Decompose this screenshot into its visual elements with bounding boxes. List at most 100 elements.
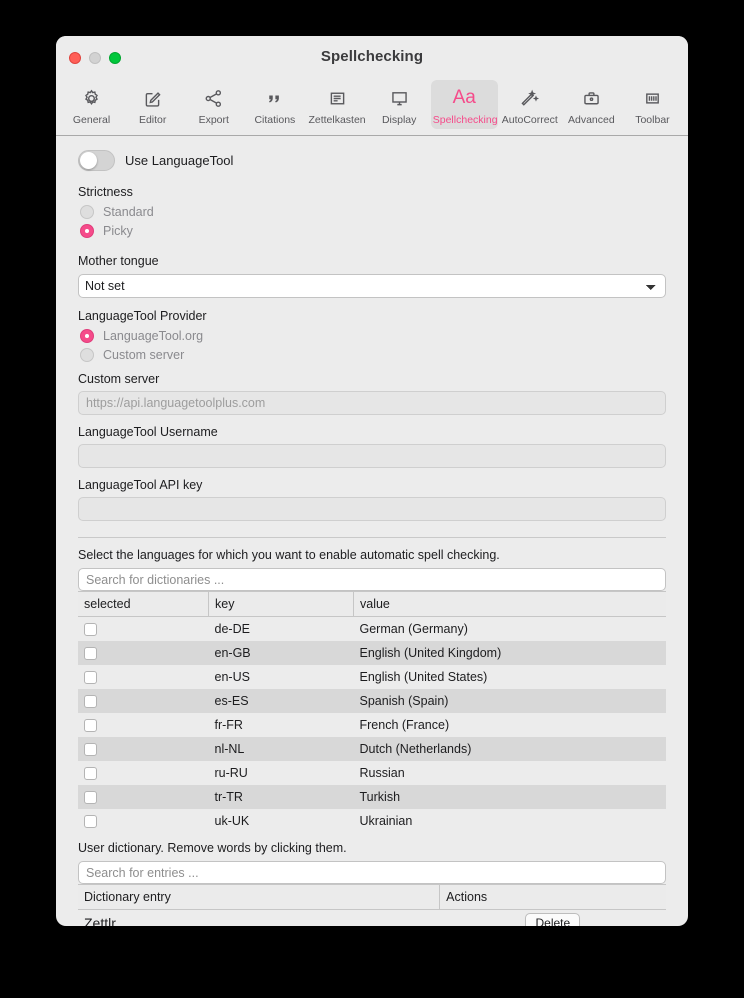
tab-zettelkasten[interactable]: Zettelkasten <box>306 80 367 129</box>
dictionaries-table: selected key value de-DE German (Germany… <box>78 591 666 833</box>
radio-icon-selected <box>80 329 94 343</box>
table-row[interactable]: Zettlr Delete <box>78 910 666 926</box>
row-value: Dutch (Netherlands) <box>353 737 666 761</box>
radio-label: Standard <box>103 205 154 219</box>
table-row[interactable]: en-GB English (United Kingdom) <box>78 641 666 665</box>
dictionaries-table-head: selected key value <box>78 591 666 617</box>
column-header-dictionary-entry: Dictionary entry <box>78 884 441 910</box>
strictness-option-picky[interactable]: Picky <box>78 224 666 238</box>
table-row[interactable]: de-DE German (Germany) <box>78 617 666 642</box>
table-row[interactable]: es-ES Spanish (Spain) <box>78 689 666 713</box>
tab-spellchecking[interactable]: Aa Spellchecking <box>430 80 498 129</box>
row-key: es-ES <box>208 689 354 713</box>
share-nodes-icon <box>186 85 241 111</box>
table-row[interactable]: tr-TR Turkish <box>78 785 666 809</box>
checkbox-icon[interactable] <box>84 719 97 733</box>
dictionary-entry-value: Zettlr <box>84 915 116 926</box>
tab-label: General <box>72 114 111 126</box>
row-key: tr-TR <box>208 785 354 809</box>
tab-autocorrect[interactable]: AutoCorrect <box>500 80 560 129</box>
custom-server-input[interactable] <box>78 391 666 415</box>
row-value: French (France) <box>359 718 450 732</box>
bars-icon <box>625 85 680 111</box>
toggle-knob <box>80 152 97 169</box>
use-languagetool-row: Use LanguageTool <box>78 150 666 171</box>
radio-icon <box>80 205 94 219</box>
tab-export[interactable]: Export <box>184 80 243 129</box>
column-header-selected: selected <box>78 591 209 617</box>
user-dictionary-table-body: Zettlr Delete <box>78 910 666 926</box>
checkbox-icon[interactable] <box>84 743 97 757</box>
row-key: uk-UK <box>214 814 250 828</box>
custom-server-label: Custom server <box>78 372 160 386</box>
dictionary-entry-actions: Delete <box>440 910 666 926</box>
pencil-square-icon <box>125 85 180 111</box>
preferences-tabbar: General Editor Export Citations Zettelka <box>56 80 688 136</box>
tab-citations[interactable]: Citations <box>245 80 304 129</box>
row-checkbox-cell[interactable] <box>78 665 209 689</box>
radio-icon-selected <box>80 224 94 238</box>
row-value: English (United States) <box>359 670 488 684</box>
row-checkbox-cell[interactable] <box>78 641 209 665</box>
table-row[interactable]: nl-NL Dutch (Netherlands) <box>78 737 666 761</box>
row-checkbox-cell[interactable] <box>78 689 209 713</box>
aa-icon: Aa <box>452 87 476 108</box>
mother-tongue-select[interactable]: Not set <box>78 274 666 298</box>
provider-option-languagetool-org[interactable]: LanguageTool.org <box>78 329 666 343</box>
checkbox-icon[interactable] <box>84 695 97 709</box>
table-header-row: selected key value <box>78 591 666 617</box>
use-languagetool-toggle[interactable] <box>78 150 115 171</box>
row-checkbox-cell[interactable] <box>78 737 209 761</box>
user-dictionary-search-input[interactable] <box>78 861 666 884</box>
tab-label: Advanced <box>567 114 615 126</box>
use-languagetool-label: Use LanguageTool <box>125 153 234 168</box>
dictionary-search-input[interactable] <box>78 568 666 591</box>
checkbox-icon[interactable] <box>84 815 97 829</box>
tab-label: Display <box>381 114 417 126</box>
tab-advanced[interactable]: Advanced <box>562 80 621 129</box>
api-key-input[interactable] <box>78 497 666 521</box>
magic-wand-icon <box>502 85 558 111</box>
radio-label: LanguageTool.org <box>103 329 204 343</box>
tab-label: Toolbar <box>635 114 670 126</box>
table-row[interactable]: fr-FR French (France) <box>78 713 666 737</box>
strictness-option-standard[interactable]: Standard <box>78 205 666 219</box>
username-input[interactable] <box>78 444 666 468</box>
row-key: de-DE <box>214 622 250 636</box>
row-checkbox-cell[interactable] <box>78 761 209 785</box>
row-checkbox-cell[interactable] <box>78 713 209 737</box>
checkbox-icon[interactable] <box>84 767 97 781</box>
row-key: en-US <box>214 670 250 684</box>
quote-icon <box>247 85 302 111</box>
gear-icon <box>64 85 119 111</box>
username-label: LanguageTool Username <box>78 425 218 439</box>
dictionaries-hint: Select the languages for which you want … <box>78 548 500 562</box>
user-dictionary-table: Dictionary entry Actions Zettlr Delete <box>78 884 666 926</box>
column-header-value: value <box>353 591 666 617</box>
tab-general[interactable]: General <box>62 80 121 129</box>
checkbox-icon[interactable] <box>84 791 97 805</box>
radio-label: Picky <box>103 224 133 238</box>
tab-editor[interactable]: Editor <box>123 80 182 129</box>
tab-display[interactable]: Display <box>370 80 429 129</box>
row-checkbox-cell[interactable] <box>78 809 209 833</box>
delete-button[interactable]: Delete <box>525 913 581 926</box>
preferences-window: Spellchecking General Editor Export Cita… <box>56 36 688 926</box>
row-checkbox-cell[interactable] <box>78 617 209 642</box>
row-value: Ukrainian <box>359 814 413 828</box>
row-checkbox-cell[interactable] <box>78 785 209 809</box>
user-dictionary-table-head: Dictionary entry Actions <box>78 884 666 910</box>
provider-option-custom-server[interactable]: Custom server <box>78 348 666 362</box>
api-key-label: LanguageTool API key <box>78 478 203 492</box>
tab-toolbar[interactable]: Toolbar <box>623 80 682 129</box>
checkbox-icon[interactable] <box>84 623 97 637</box>
checkbox-icon[interactable] <box>84 671 97 685</box>
tab-label: Citations <box>254 114 296 126</box>
table-row[interactable]: en-US English (United States) <box>78 665 666 689</box>
table-row[interactable]: uk-UK Ukrainian <box>78 809 666 833</box>
tab-label: Zettelkasten <box>308 114 366 126</box>
table-row[interactable]: ru-RU Russian <box>78 761 666 785</box>
strictness-label: Strictness <box>78 185 133 199</box>
checkbox-icon[interactable] <box>84 647 97 661</box>
table-header-row: Dictionary entry Actions <box>78 884 666 910</box>
